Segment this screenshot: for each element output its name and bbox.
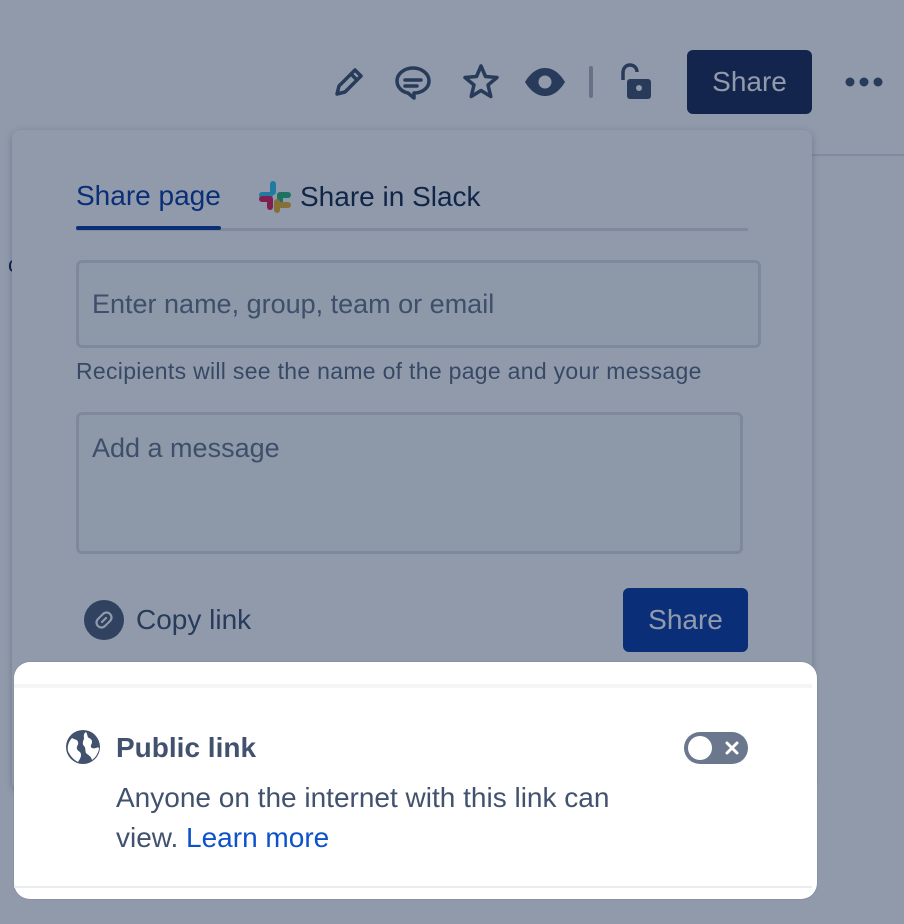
globe-icon bbox=[66, 730, 100, 764]
public-link-description: Anyone on the internet with this link ca… bbox=[116, 778, 676, 858]
close-icon bbox=[725, 741, 739, 755]
card-bottom-divider bbox=[14, 886, 812, 888]
section-divider bbox=[14, 684, 812, 688]
public-link-toggle[interactable] bbox=[684, 732, 748, 764]
toggle-knob bbox=[688, 736, 712, 760]
public-link-section: Public link Anyone on the internet with … bbox=[14, 662, 817, 899]
public-link-title: Public link bbox=[116, 732, 257, 763]
learn-more-link[interactable]: Learn more bbox=[186, 822, 329, 853]
